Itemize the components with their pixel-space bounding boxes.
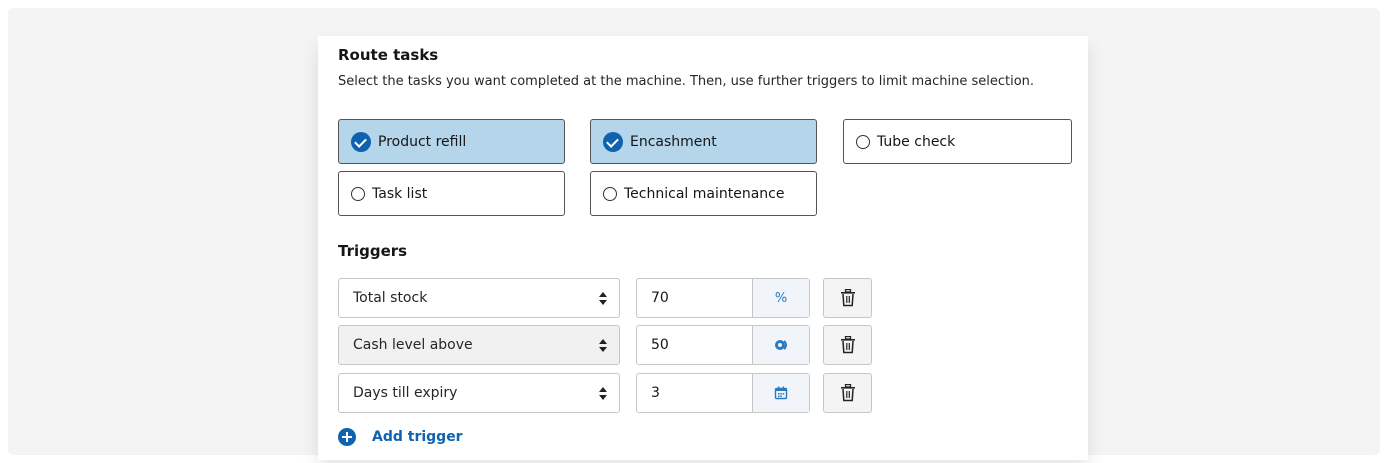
route-tasks-card: Route tasks Select the tasks you want co…	[318, 36, 1088, 460]
select-value: Cash level above	[353, 337, 473, 353]
checkmark-circle-icon	[351, 131, 371, 152]
section-title-triggers: Triggers	[338, 242, 408, 260]
task-label: Tube check	[877, 133, 956, 150]
trigger-value-input[interactable]: 3	[637, 374, 752, 412]
trigger-value-input[interactable]: 70	[637, 279, 752, 317]
route-tasks-description: Select the tasks you want completed at t…	[338, 74, 1035, 89]
calendar-icon	[774, 386, 788, 400]
task-option-encashment[interactable]: Encashment	[590, 119, 817, 164]
trash-icon	[840, 289, 855, 307]
trigger-value-input[interactable]: 50	[637, 326, 752, 364]
plus-circle-icon	[338, 428, 356, 446]
add-trigger-button[interactable]: Add trigger	[338, 428, 463, 446]
delete-trigger-button[interactable]	[823, 278, 872, 318]
radio-circle-icon	[856, 134, 870, 149]
task-label: Product refill	[378, 133, 467, 150]
trigger-type-select[interactable]: Total stock	[338, 278, 620, 318]
task-option-task-list[interactable]: Task list	[338, 171, 565, 216]
select-arrows-icon	[599, 338, 607, 354]
trash-icon	[840, 384, 855, 402]
task-option-product-refill[interactable]: Product refill	[338, 119, 565, 164]
select-value: Total stock	[353, 290, 428, 306]
delete-trigger-button[interactable]	[823, 373, 872, 413]
unit-box	[752, 374, 809, 412]
select-arrows-icon	[599, 386, 607, 402]
section-title-route-tasks: Route tasks	[338, 46, 439, 64]
add-trigger-label: Add trigger	[372, 429, 463, 445]
trigger-value-field[interactable]: 3	[636, 373, 810, 413]
trigger-type-select[interactable]: Days till expiry	[338, 373, 620, 413]
checkmark-circle-icon	[603, 131, 623, 152]
trash-icon	[840, 336, 855, 354]
page-background: Route tasks Select the tasks you want co…	[8, 8, 1380, 460]
task-option-tube-check[interactable]: Tube check	[843, 119, 1072, 164]
select-value: Days till expiry	[353, 385, 458, 401]
coins-icon	[775, 340, 787, 350]
percent-unit: %	[752, 279, 809, 317]
trigger-value-field[interactable]: 70 %	[636, 278, 810, 318]
trigger-value-field[interactable]: 50	[636, 325, 810, 365]
delete-trigger-button[interactable]	[823, 325, 872, 365]
task-label: Task list	[372, 185, 428, 202]
task-label: Technical maintenance	[624, 185, 785, 202]
task-option-technical-maintenance[interactable]: Technical maintenance	[590, 171, 817, 216]
unit-box	[752, 326, 809, 364]
radio-circle-icon	[351, 186, 365, 201]
trigger-type-select[interactable]: Cash level above	[338, 325, 620, 365]
radio-circle-icon	[603, 186, 617, 201]
task-label: Encashment	[630, 133, 717, 150]
select-arrows-icon	[599, 291, 607, 307]
